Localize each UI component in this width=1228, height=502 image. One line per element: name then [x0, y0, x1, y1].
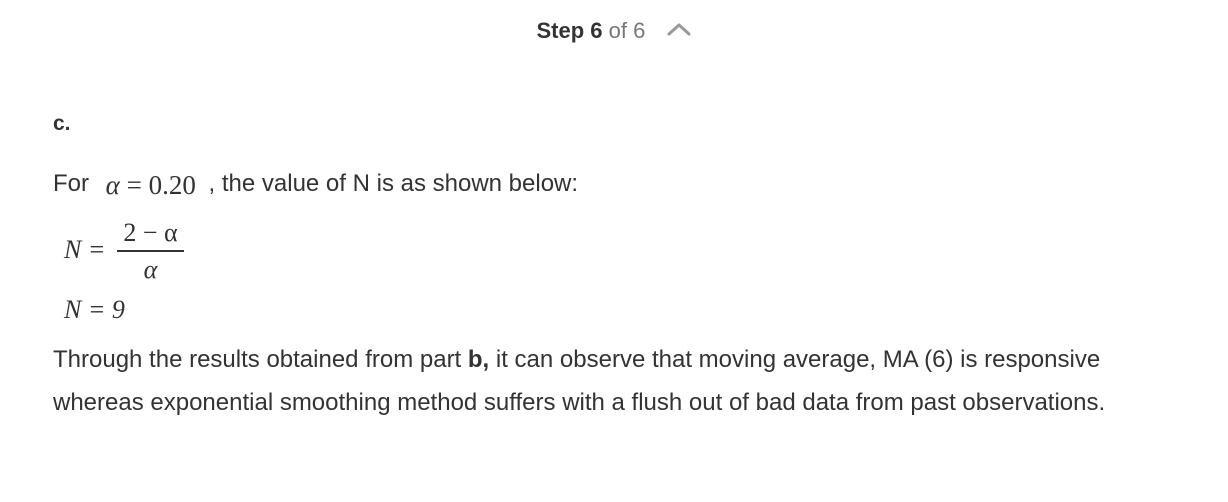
- alpha-symbol: α: [105, 170, 120, 200]
- fraction-numerator: 2 − α: [123, 218, 178, 247]
- step-header[interactable]: Step 6 of 6: [0, 17, 1228, 46]
- step-label: Step: [536, 18, 585, 43]
- step-of: of: [608, 18, 628, 43]
- conclusion-paragraph: Through the results obtained from part b…: [53, 338, 1193, 424]
- part-label: c.: [53, 112, 71, 135]
- fraction-bar: [117, 250, 184, 252]
- step-total: 6: [633, 18, 646, 43]
- chevron-up-icon[interactable]: [666, 16, 692, 44]
- alpha-value-math: α = 0.20: [106, 168, 196, 202]
- conclusion-bold: b,: [467, 346, 490, 373]
- alpha-equals: = 0.20: [126, 170, 196, 200]
- equation-n-result: N = 9: [64, 295, 125, 324]
- intro-line: For α = 0.20 , the value of N is as show…: [53, 165, 578, 201]
- step-current: 6: [590, 18, 603, 43]
- equation-lhs: N =: [64, 235, 106, 264]
- equation-n-formula: N = 2 − α α: [64, 218, 224, 288]
- fraction: 2 − α α: [117, 218, 184, 285]
- intro-prefix: For: [53, 170, 89, 197]
- fraction-denominator: α: [143, 254, 158, 284]
- intro-suffix: , the value of N is as shown below:: [208, 170, 579, 197]
- conclusion-part1: Through the results obtained from part: [53, 346, 468, 373]
